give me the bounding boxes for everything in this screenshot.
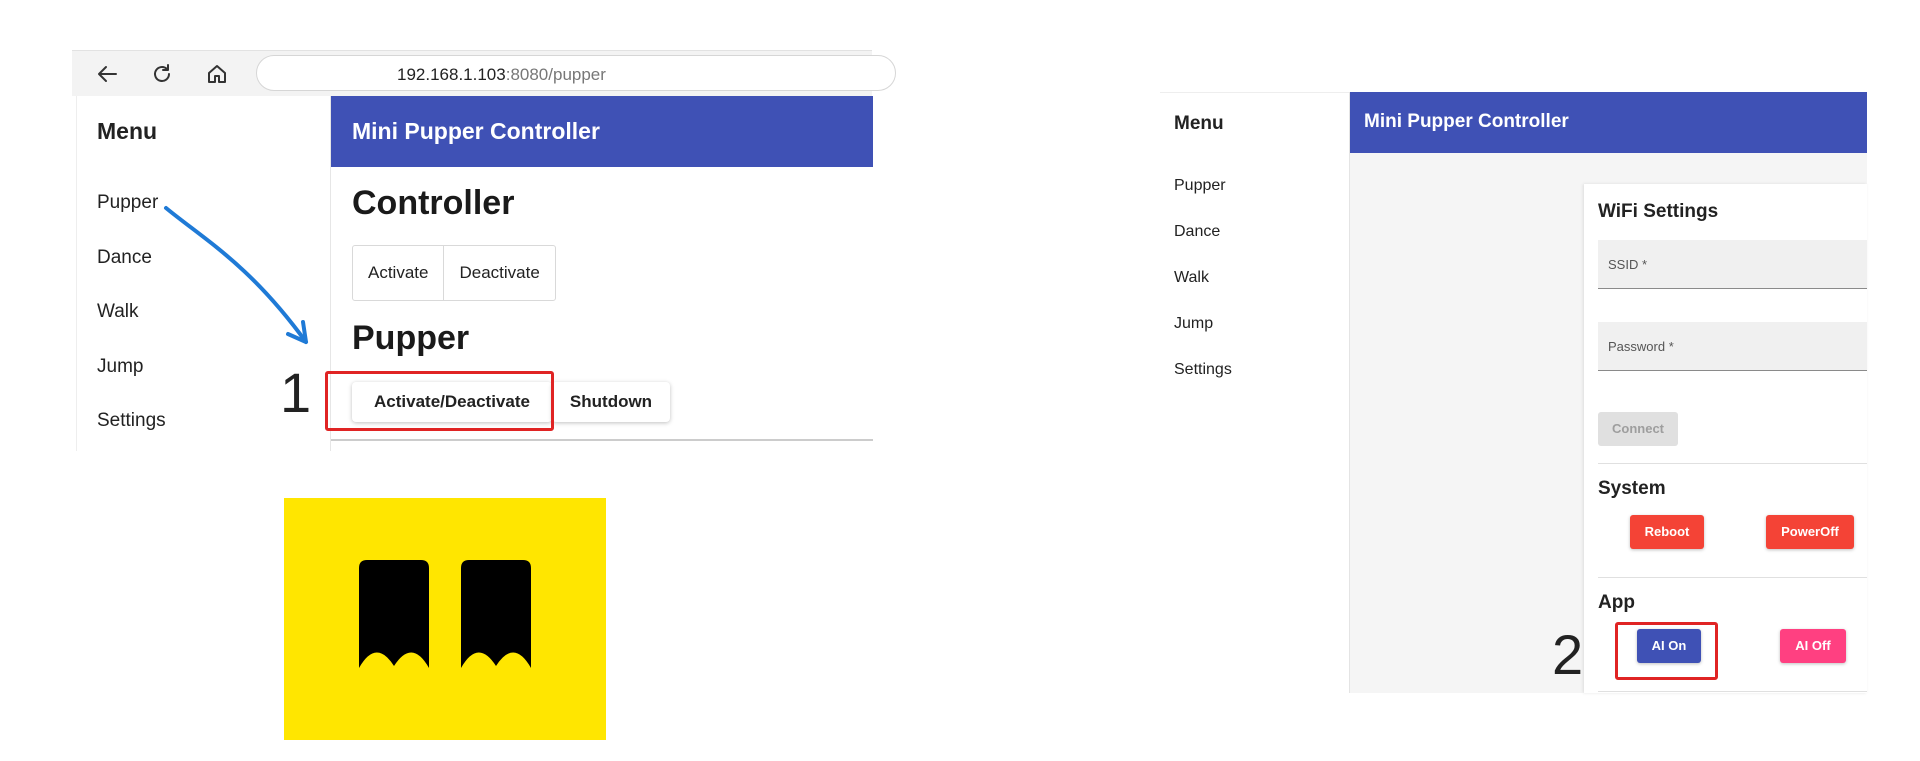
highlight-box-2 (1615, 622, 1718, 680)
sidebar-item-settings[interactable]: Settings (1174, 361, 1232, 379)
divider (1598, 577, 1867, 578)
poweroff-button[interactable]: PowerOff (1766, 515, 1854, 549)
app-header: Mini Pupper Controller (1350, 92, 1867, 153)
wifi-settings-heading: WiFi Settings (1598, 201, 1719, 222)
ssid-label: SSID * (1608, 257, 1648, 272)
app-heading: App (1598, 592, 1635, 613)
book-logo (284, 498, 606, 740)
password-label: Password * (1608, 339, 1674, 354)
connect-button[interactable]: Connect (1598, 412, 1678, 446)
sidebar-item-jump[interactable]: Jump (1174, 315, 1213, 333)
divider (1598, 463, 1867, 464)
settings-card: WiFi Settings SSID * Password * Connect … (1584, 184, 1867, 693)
password-field[interactable]: Password * (1598, 322, 1867, 371)
sidebar-item-pupper[interactable]: Pupper (1174, 177, 1226, 195)
settings-content: Mini Pupper Controller WiFi Settings SSI… (1349, 92, 1867, 693)
system-heading: System (1598, 478, 1666, 499)
divider (1598, 691, 1867, 692)
bookmark-icon (359, 560, 429, 668)
bookmark-icon (461, 560, 531, 668)
app-title: Mini Pupper Controller (1364, 111, 1569, 132)
ssid-field[interactable]: SSID * (1598, 240, 1867, 289)
callout-number-2: 2 (1552, 623, 1584, 686)
ai-off-button[interactable]: AI Off (1780, 629, 1846, 663)
sidebar-menu-right: Menu Pupper Dance Walk Jump Settings (1160, 92, 1349, 694)
reboot-button[interactable]: Reboot (1630, 515, 1704, 549)
sidebar-item-dance[interactable]: Dance (1174, 223, 1220, 241)
sidebar-item-walk[interactable]: Walk (1174, 269, 1209, 287)
arrow-1 (164, 206, 308, 344)
menu-title: Menu (1174, 113, 1224, 134)
